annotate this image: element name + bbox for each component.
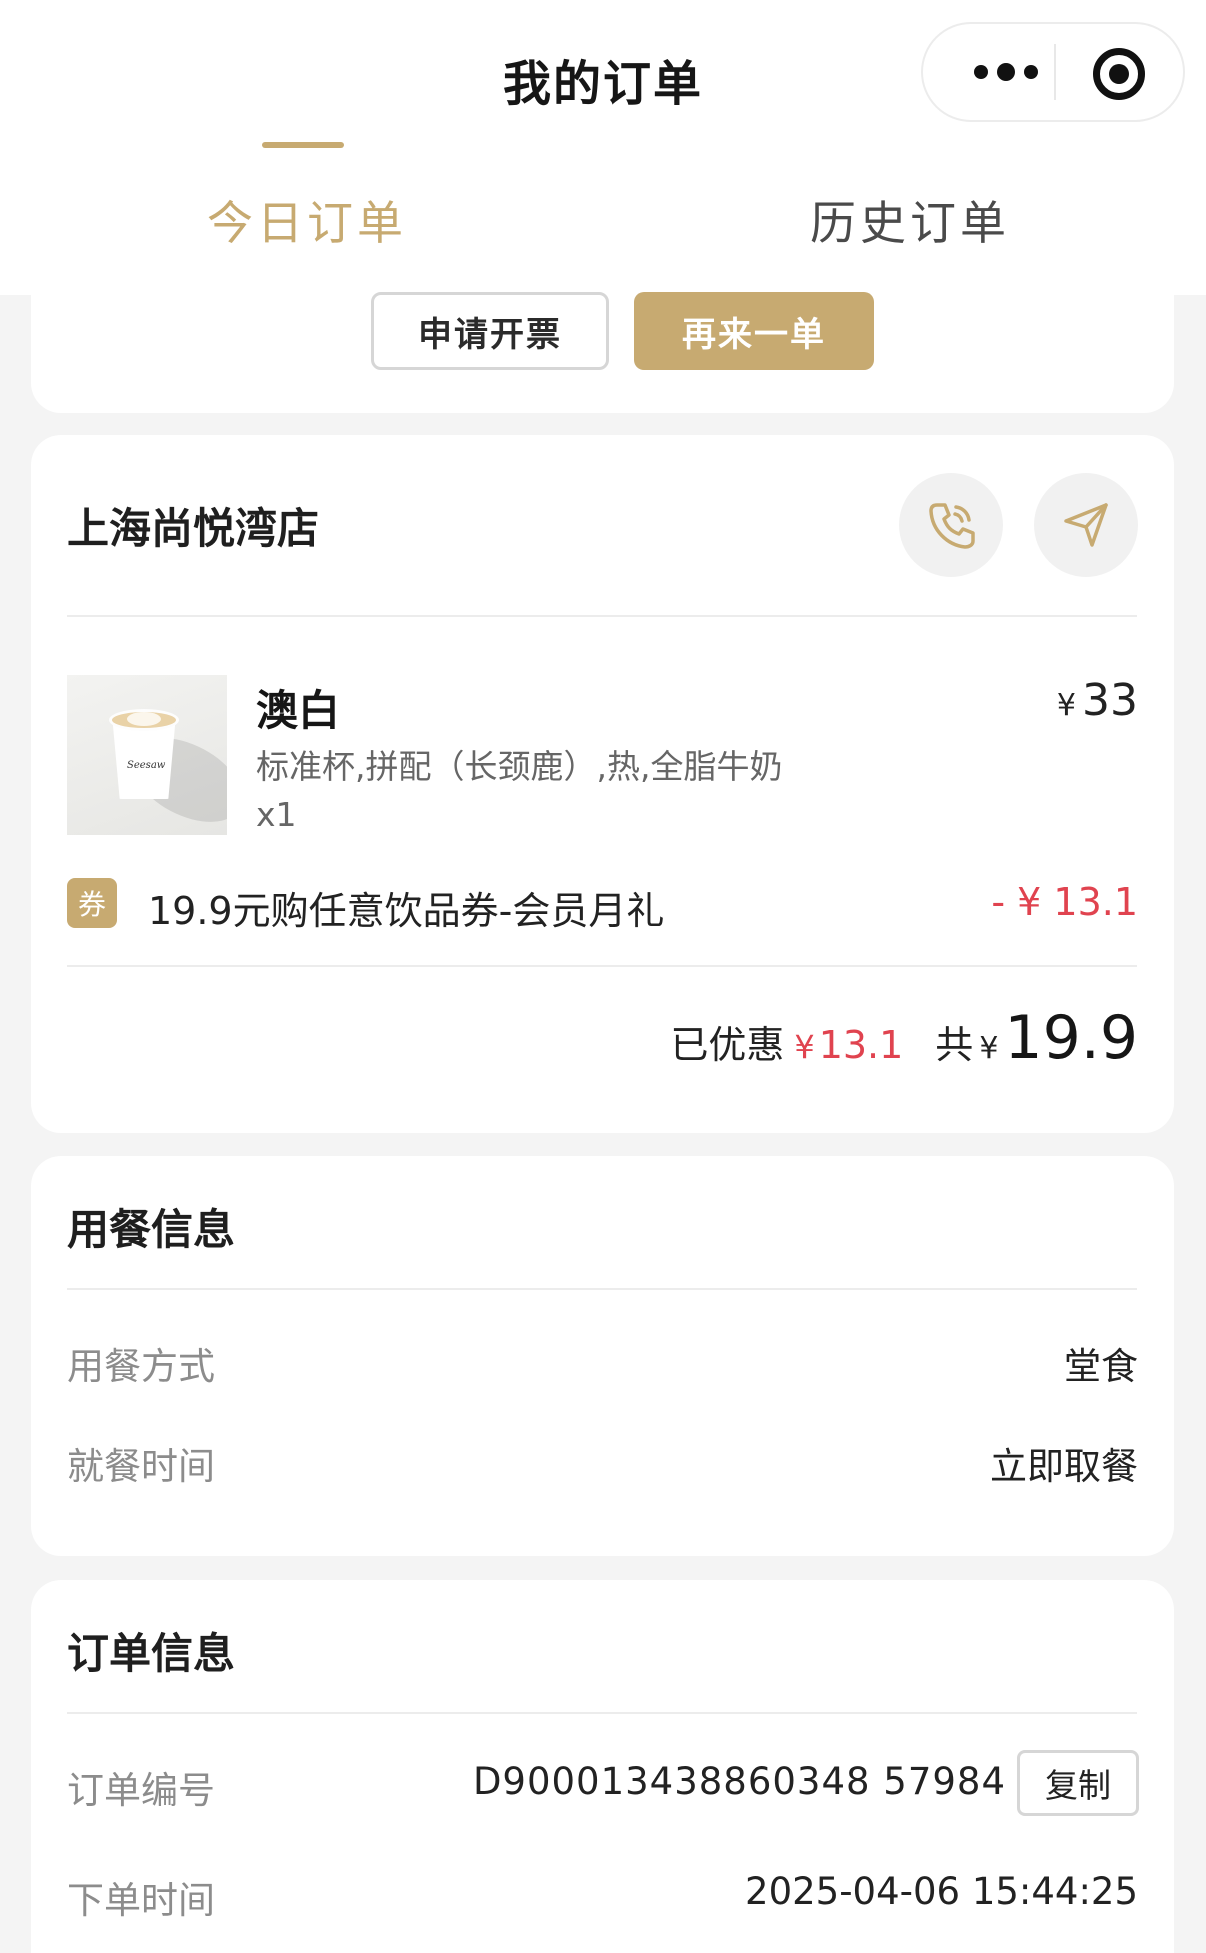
total-label: 共 — [935, 1023, 974, 1067]
product-price: ¥33 — [1057, 675, 1138, 726]
order-number-label: 订单编号 — [67, 1769, 215, 1812]
order-number: D900013438860348 57984 — [472, 1760, 1006, 1803]
invoice-button[interactable]: 申请开票 — [371, 292, 609, 370]
coupon-badge: 券 — [67, 878, 117, 928]
product-price-value: 33 — [1082, 675, 1138, 726]
order-time-value: 2025-04-06 15:44:25 — [745, 1870, 1138, 1913]
top-bar: 我的订单 — [0, 0, 1206, 145]
order-info-card: 订单信息 订单编号 D900013438860348 57984 复制 下单时间… — [31, 1580, 1174, 1953]
call-store-button[interactable] — [899, 473, 1003, 577]
discount-label: 已优惠 — [670, 1023, 785, 1067]
dining-time-value: 立即取餐 — [990, 1445, 1138, 1488]
order-time-label: 下单时间 — [67, 1879, 215, 1922]
dining-info-card: 用餐信息 用餐方式 堂食 就餐时间 立即取餐 — [31, 1156, 1174, 1556]
more-icon[interactable] — [961, 24, 1051, 120]
discount-amount: ¥13.1 — [794, 1023, 904, 1067]
order-info-title: 订单信息 — [67, 1629, 236, 1678]
tab-history-orders[interactable]: 历史订单 — [810, 187, 1010, 253]
copy-order-number-button[interactable]: 复制 — [1017, 1750, 1139, 1816]
tab-today-orders[interactable]: 今日订单 — [207, 187, 407, 253]
coupon-amount: - ¥ 13.1 — [991, 880, 1138, 924]
store-divider — [67, 615, 1137, 617]
mini-program-capsule — [921, 22, 1185, 122]
product-spec: 标准杯,拼配（长颈鹿）,热,全脂牛奶 — [256, 747, 783, 786]
close-target-icon[interactable] — [1093, 48, 1145, 100]
store-name: 上海尚悦湾店 — [67, 504, 320, 553]
dining-mode-value: 堂食 — [1064, 1345, 1138, 1388]
coupon-name: 19.9元购任意饮品券-会员月礼 — [148, 889, 665, 933]
navigate-store-button[interactable] — [1034, 473, 1138, 577]
capsule-divider — [1054, 44, 1056, 100]
active-tab-indicator — [262, 142, 344, 148]
total-currency: ¥ — [979, 1031, 999, 1066]
dining-mode-label: 用餐方式 — [67, 1345, 215, 1388]
summary-divider — [67, 965, 1137, 967]
currency-symbol: ¥ — [1056, 688, 1076, 723]
order-actions-card: 申请开票 再来一单 — [31, 255, 1174, 413]
phone-icon — [929, 503, 975, 549]
order-total-row: 已优惠 ¥13.1 共 ¥ 19.9 — [670, 1003, 1138, 1073]
dining-divider — [67, 1288, 1137, 1290]
dining-time-label: 就餐时间 — [67, 1445, 215, 1488]
product-quantity: x1 — [256, 795, 297, 834]
product-image: Seesaw — [67, 675, 227, 835]
order-divider — [67, 1712, 1137, 1714]
dining-info-title: 用餐信息 — [67, 1205, 236, 1254]
reorder-button[interactable]: 再来一单 — [634, 292, 874, 370]
product-name: 澳白 — [256, 686, 341, 735]
store-order-card: 上海尚悦湾店 Seesaw 澳白 标准杯,拼配（长颈鹿）,热,全脂牛奶 x1 ¥… — [31, 435, 1174, 1133]
total-amount: 19.9 — [1004, 1003, 1138, 1073]
navigation-arrow-icon — [1064, 503, 1108, 547]
